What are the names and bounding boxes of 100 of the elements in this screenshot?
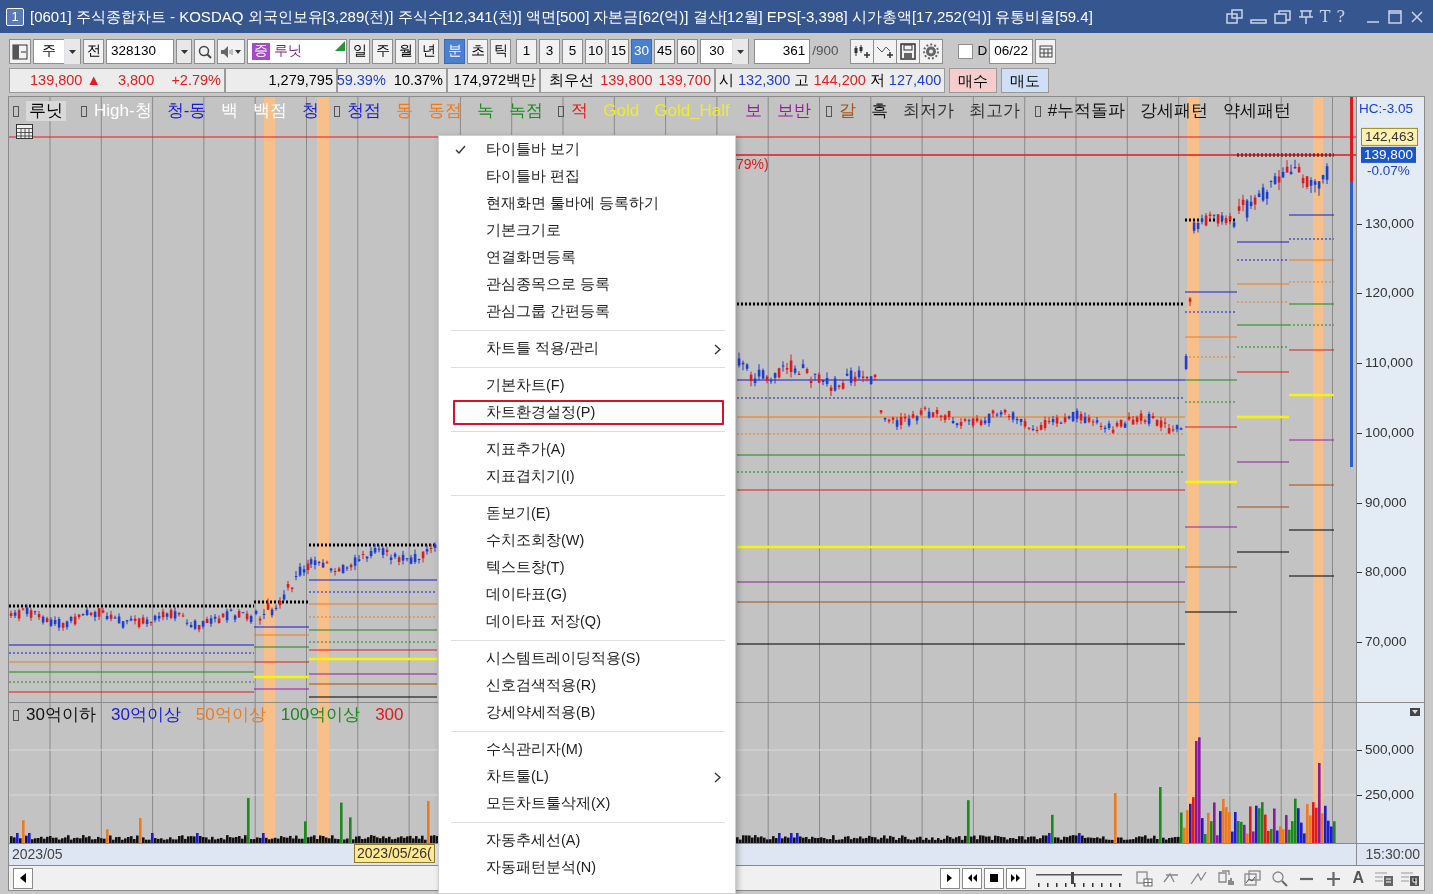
- bar-tool-icon[interactable]: [1217, 869, 1235, 887]
- legend-label[interactable]: 청점: [347, 101, 382, 122]
- menu-item[interactable]: 차트툴(L): [439, 763, 725, 790]
- menu-item[interactable]: 모든차트툴삭제(X): [439, 790, 725, 817]
- window-tile-icon[interactable]: [1225, 8, 1244, 25]
- interval-tab[interactable]: 30: [631, 39, 653, 64]
- legend-label[interactable]: 최저가: [902, 101, 954, 122]
- table-icon[interactable]: [16, 124, 33, 139]
- menu-item[interactable]: 강세약세적용(B): [439, 699, 725, 726]
- legend-label[interactable]: 약세패턴: [1223, 101, 1292, 122]
- menu-item[interactable]: 돋보기(E): [439, 500, 725, 527]
- sell-button[interactable]: 매도: [1001, 68, 1049, 93]
- buy-button[interactable]: 매수: [949, 68, 997, 93]
- title-tool-button[interactable]: ?: [1336, 6, 1345, 27]
- legend-label[interactable]: 강세패턴: [1140, 101, 1209, 122]
- menu-item[interactable]: 자동패턴분석(N): [439, 854, 725, 881]
- grid-add-icon[interactable]: [1136, 869, 1154, 887]
- speaker-button[interactable]: [217, 39, 245, 64]
- search-icon[interactable]: [197, 44, 212, 59]
- period-tab[interactable]: 년: [418, 39, 439, 64]
- all-button[interactable]: 전: [83, 39, 104, 64]
- menu-item[interactable]: 타이틀바 편집: [439, 163, 725, 190]
- rewind-icon[interactable]: [966, 873, 979, 883]
- left-arrow-icon[interactable]: [19, 873, 27, 883]
- play-button[interactable]: [940, 867, 961, 889]
- search-button[interactable]: [194, 39, 215, 64]
- toggle-marker-icon[interactable]: [334, 105, 341, 117]
- period-tab[interactable]: 일: [349, 39, 370, 64]
- legend-label[interactable]: 최고가: [968, 101, 1020, 122]
- zoom-in-icon[interactable]: [1325, 869, 1343, 887]
- menu-item[interactable]: 기본크기로: [439, 217, 725, 244]
- pen-line-icon[interactable]: [1190, 869, 1208, 887]
- menu-item[interactable]: 데이타표 저장(Q): [439, 608, 725, 635]
- code-field[interactable]: 328130: [106, 39, 174, 64]
- menu-item[interactable]: 수치조회창(W): [439, 527, 725, 554]
- interval-tab[interactable]: 3: [539, 39, 560, 64]
- period-tab[interactable]: 초: [467, 39, 488, 64]
- market-dropdown[interactable]: 주: [33, 39, 81, 64]
- title-tool-button[interactable]: T: [1319, 6, 1331, 27]
- toggle-marker-icon[interactable]: [558, 105, 565, 117]
- toggle-marker-icon[interactable]: [13, 709, 19, 721]
- font-button[interactable]: A: [1352, 868, 1364, 888]
- stock-name-field[interactable]: 증 루닛: [247, 39, 347, 64]
- scroll-left-button[interactable]: [13, 867, 33, 889]
- count-field[interactable]: 361: [754, 39, 811, 64]
- menu-item[interactable]: 관심그룹 간편등록: [439, 298, 725, 325]
- period-tab[interactable]: 월: [395, 39, 416, 64]
- legend-label[interactable]: 30억이상: [110, 705, 181, 726]
- menu-item[interactable]: 자동추세선(A): [439, 827, 725, 854]
- toggle-marker-icon[interactable]: [825, 105, 832, 117]
- interval-tab[interactable]: 45: [654, 39, 676, 64]
- toggle-marker-icon[interactable]: [1034, 105, 1041, 117]
- menu-item[interactable]: 수식관리자(M): [439, 736, 725, 763]
- copy-window-icon[interactable]: [1273, 8, 1292, 25]
- legend-label[interactable]: 청-동: [166, 101, 207, 122]
- menu-item[interactable]: 데이타표(G): [439, 581, 725, 608]
- interval-tab[interactable]: 60: [677, 39, 699, 64]
- period-tab[interactable]: 틱: [490, 39, 511, 64]
- menu-item[interactable]: 지표추가(A): [439, 436, 725, 463]
- toggle-marker-icon[interactable]: [81, 105, 87, 117]
- interval-dropdown[interactable]: 30: [700, 39, 750, 64]
- menu-item[interactable]: 신호검색적용(R): [439, 672, 725, 699]
- data-table-icon[interactable]: [1374, 869, 1394, 887]
- calendar-button[interactable]: [1035, 39, 1056, 64]
- period-tab[interactable]: 분: [444, 39, 465, 64]
- menu-item[interactable]: 기본차트(F): [439, 372, 725, 399]
- search-icon[interactable]: [1271, 869, 1289, 887]
- legend-label[interactable]: 보: [744, 101, 762, 122]
- date-field[interactable]: 06/22: [989, 39, 1033, 64]
- date-checkbox[interactable]: [958, 44, 974, 59]
- interval-tab[interactable]: 15: [608, 39, 630, 64]
- menu-item[interactable]: 관심종목으로 등록: [439, 271, 725, 298]
- fast-forward-icon[interactable]: [1010, 873, 1023, 883]
- interval-tab[interactable]: 5: [562, 39, 583, 64]
- close-icon[interactable]: [1409, 8, 1425, 25]
- menu-item[interactable]: 차트틀 적용/관리: [439, 335, 725, 362]
- chart-window-icon[interactable]: [1244, 869, 1262, 887]
- rewind-button[interactable]: [962, 867, 983, 889]
- menu-item[interactable]: 연결화면등록: [439, 244, 725, 271]
- legend-label[interactable]: 보반: [776, 101, 811, 122]
- interval-tab[interactable]: 10: [585, 39, 607, 64]
- toggle-marker-icon[interactable]: [13, 105, 19, 117]
- speaker-icon[interactable]: [220, 44, 242, 59]
- legend-label[interactable]: 청: [302, 101, 320, 122]
- pin-icon[interactable]: [1297, 8, 1314, 25]
- menu-item[interactable]: 시스템트레이딩적용(S): [439, 645, 725, 672]
- maximize-icon[interactable]: [1387, 8, 1403, 25]
- menu-item[interactable]: 차트환경설정(P): [452, 399, 725, 426]
- stop-button[interactable]: [984, 867, 1005, 889]
- fast-forward-button[interactable]: [1006, 867, 1027, 889]
- pane-menu-icon[interactable]: [1410, 708, 1420, 716]
- legend-label[interactable]: 30억이하: [26, 705, 96, 726]
- interval-tab[interactable]: 1: [516, 39, 537, 64]
- data-list-icon[interactable]: [1400, 869, 1420, 887]
- legend-label[interactable]: #누적돌파: [1047, 101, 1126, 122]
- stop-icon[interactable]: [988, 873, 1001, 883]
- legend-label[interactable]: 흑: [870, 101, 888, 122]
- period-tab[interactable]: 주: [372, 39, 393, 64]
- menu-item[interactable]: 타이틀바 보기: [439, 136, 725, 163]
- menu-item[interactable]: 현재화면 툴바에 등록하기: [439, 190, 725, 217]
